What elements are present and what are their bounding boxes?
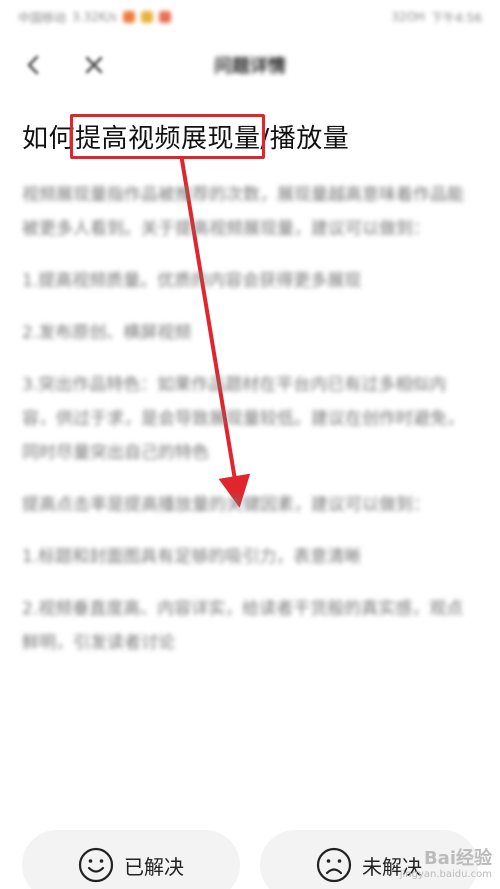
app-notification-icon — [122, 11, 135, 23]
nav-bar: 问题详情 — [0, 40, 500, 90]
answer-paragraph: 2.视频垂直度高、内容详实，给读者干货般的真实感，观点鲜明，引发读者讨论 — [22, 599, 464, 653]
answer-paragraph: 提高点击率是提高播放量的关键因素，建议可以做到： — [22, 495, 430, 515]
watermark-brand: Bai经验 — [423, 848, 492, 869]
question-title: 如何提高视频展现量/播放量 — [22, 114, 350, 159]
smile-face-icon — [78, 847, 114, 883]
answer-body: 视频展现量指作品被推荐的次数，展现量越高意味着作品能被更多人看到。关于提高视频展… — [22, 178, 478, 678]
status-bar: 中国移动 3.32K/s 32OH 下午4:56 — [0, 0, 500, 34]
question-suffix: /播放量 — [260, 124, 350, 154]
answer-paragraph: 1.提高视频质量。优质的内容会获得更多展现 — [22, 271, 362, 291]
watermark-logo: Bai经验 jingyan.baidu.com — [399, 848, 492, 883]
status-extra: 32OH — [391, 10, 426, 24]
status-left: 中国移动 3.32K/s — [18, 9, 171, 26]
net-speed: 3.32K/s — [72, 10, 117, 24]
app-notification-icon — [140, 11, 153, 23]
question-prefix: 如何 — [22, 124, 76, 154]
sad-face-icon — [316, 847, 352, 883]
highlighted-keyword: 提高视频展现量 — [70, 114, 265, 159]
solved-button[interactable]: 已解决 — [22, 830, 240, 889]
answer-paragraph: 2.发布原创、横屏视频 — [22, 323, 192, 343]
answer-paragraph: 视频展现量指作品被推荐的次数，展现量越高意味着作品能被更多人看到。关于提高视频展… — [22, 185, 464, 239]
answer-paragraph: 3.突出作品特色：如果作品题材在平台内已有过多相似内容，供过于求，是会导致展现量… — [22, 375, 464, 463]
solved-label: 已解决 — [124, 854, 184, 879]
watermark-url: jingyan.baidu.com — [399, 869, 492, 880]
answer-paragraph: 1.标题和封面图具有足够的吸引力，表意清晰 — [22, 547, 362, 567]
highlighted-text: 提高视频展现量 — [75, 124, 261, 154]
status-right: 32OH 下午4:56 — [391, 9, 482, 26]
carrier-label: 中国移动 — [18, 10, 67, 25]
page-title: 问题详情 — [214, 56, 286, 77]
clock: 下午4:56 — [431, 10, 482, 25]
app-notification-icon — [158, 11, 171, 23]
